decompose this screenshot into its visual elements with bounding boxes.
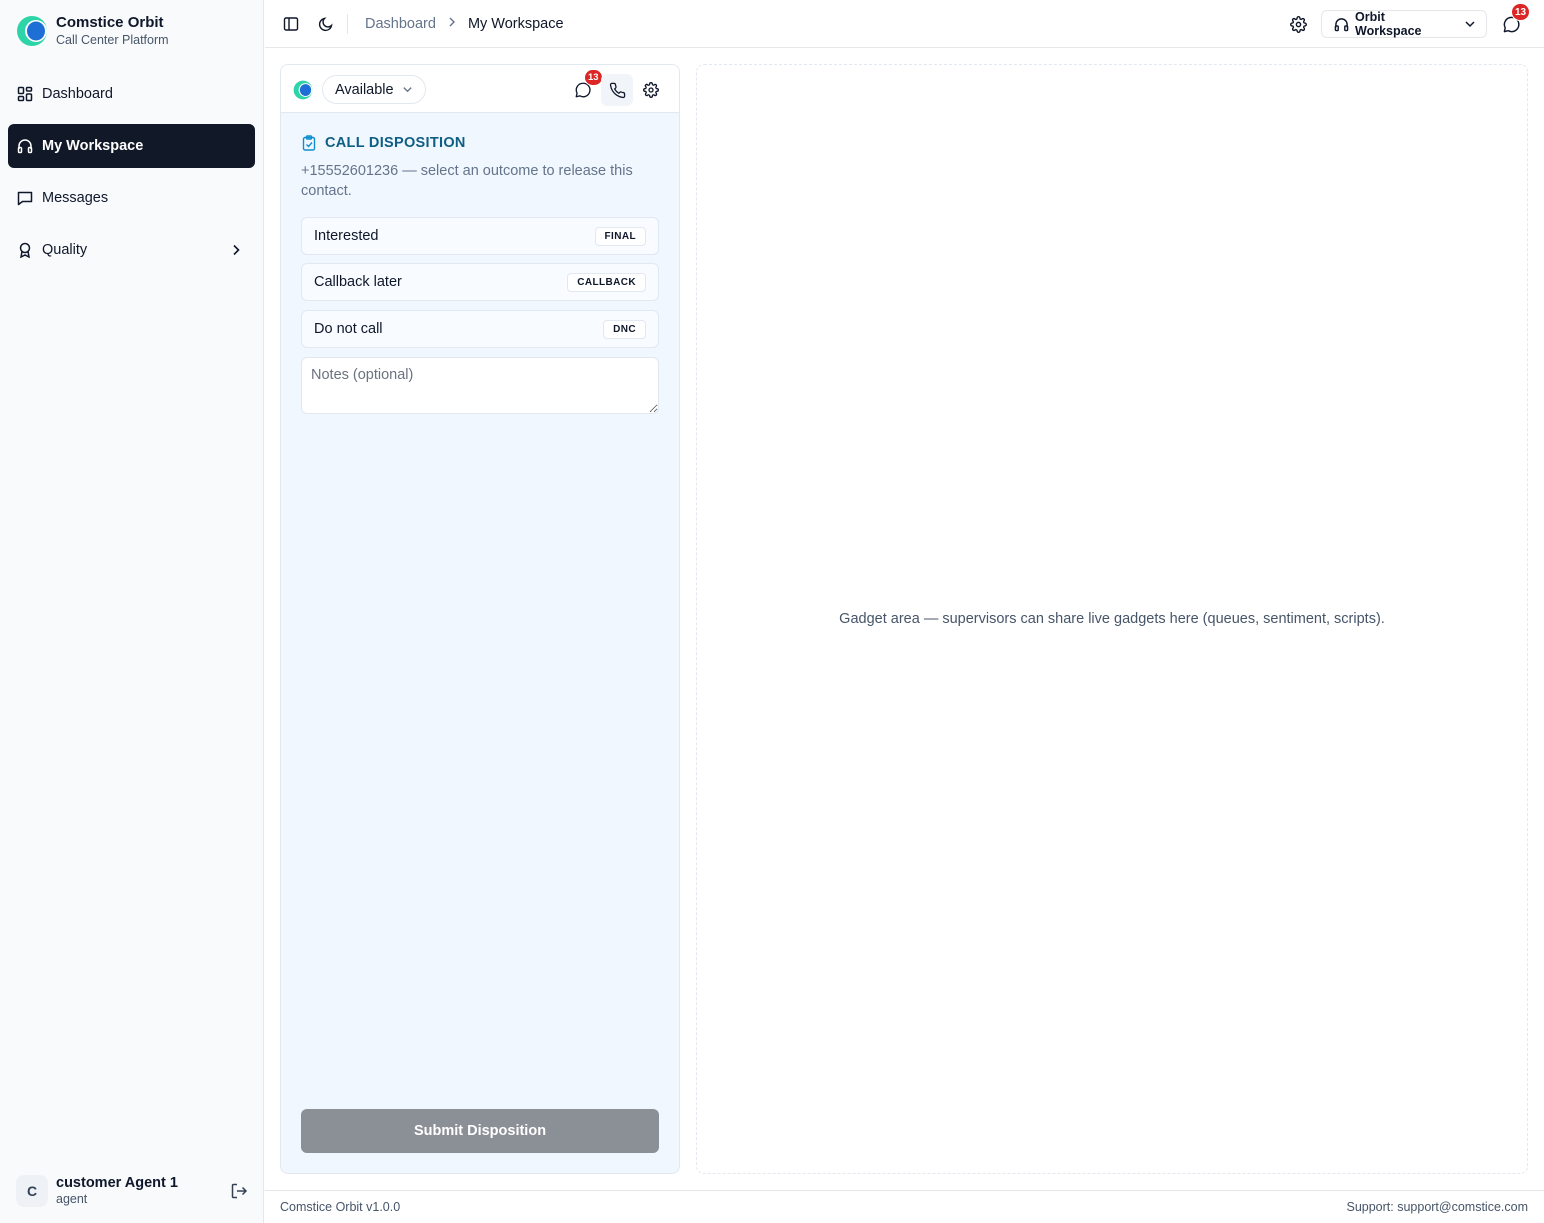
footer-version: Comstice Orbit v1.0.0 (280, 1200, 401, 1214)
sidebar-item-label: My Workspace (42, 138, 144, 154)
submit-disposition-button[interactable]: Submit Disposition (301, 1109, 659, 1153)
sidebar-item-messages[interactable]: Messages (8, 176, 255, 220)
disposition-option-dnc[interactable]: Do not call DNC (301, 310, 659, 348)
panel-settings-button[interactable] (635, 74, 667, 106)
disposition-option-interested[interactable]: Interested FINAL (301, 217, 659, 255)
agent-panel-header: Available 13 (281, 65, 679, 113)
disposition-description: +15552601236 — select an outcome to rele… (301, 163, 633, 199)
orbit-logo-icon (293, 80, 313, 100)
phone-button[interactable] (601, 74, 633, 106)
message-square-icon (16, 189, 34, 207)
notification-count-badge: 13 (1511, 3, 1531, 21)
option-label: Callback later (314, 274, 402, 290)
gadget-area-text: Gadget area — supervisors can share live… (839, 611, 1385, 627)
headphones-icon (16, 137, 34, 155)
breadcrumb-dashboard[interactable]: Dashboard (365, 14, 436, 34)
headphones-icon (1334, 17, 1349, 32)
moon-icon[interactable] (316, 14, 336, 34)
user-profile: C customer Agent 1 agent (16, 1174, 248, 1208)
option-tag: CALLBACK (567, 272, 646, 292)
workspace-select-label: Orbit Workspace (1355, 10, 1422, 38)
sidebar-item-label: Quality (42, 242, 88, 258)
notes-textarea[interactable] (301, 357, 659, 414)
disposition-title: CALL DISPOSITION (301, 135, 466, 151)
clipboard-check-icon (301, 135, 317, 151)
sidebar-item-quality[interactable]: Quality (8, 228, 255, 272)
breadcrumb-separator-icon (446, 14, 458, 34)
agent-status-select[interactable]: Available (322, 75, 426, 104)
option-label: Do not call (314, 321, 383, 337)
footer: Comstice Orbit v1.0.0 Support: support@c… (265, 1190, 1544, 1223)
settings-gear-icon (643, 82, 659, 98)
disposition-title-text: CALL DISPOSITION (325, 135, 466, 151)
phone-icon (609, 82, 626, 99)
sidebar-item-dashboard[interactable]: Dashboard (8, 72, 255, 116)
brand-name: Comstice Orbit (56, 14, 164, 31)
agent-panel: Available 13 CALL DISPOSITION +155526012… (280, 64, 680, 1174)
sidebar-item-label: Messages (42, 190, 109, 206)
breadcrumb-current: My Workspace (467, 16, 564, 32)
chevron-down-icon (402, 84, 413, 95)
disposition-option-callback[interactable]: Callback later CALLBACK (301, 263, 659, 301)
brand[interactable]: Comstice Orbit Call Center Platform (16, 14, 169, 48)
dashboard-grid-icon (16, 85, 34, 103)
footer-support[interactable]: Support: support@comstice.com (1346, 1200, 1528, 1214)
workspace-select[interactable]: Orbit Workspace (1321, 10, 1487, 38)
option-label: Interested (314, 228, 379, 244)
user-role: agent (56, 1192, 88, 1206)
top-bar: Dashboard My Workspace Orbit Workspace 1… (265, 0, 1544, 48)
message-count-badge: 13 (584, 69, 603, 86)
option-tag: DNC (603, 319, 646, 339)
option-tag: FINAL (594, 226, 646, 246)
user-name: customer Agent 1 (56, 1175, 178, 1191)
agent-status-label: Available (335, 81, 394, 98)
settings-gear-icon[interactable] (1288, 14, 1308, 34)
brand-subtitle: Call Center Platform (56, 33, 169, 47)
award-icon (16, 241, 34, 259)
sidebar: Comstice Orbit Call Center Platform Dash… (0, 0, 264, 1223)
gadget-area: Gadget area — supervisors can share live… (696, 64, 1528, 1174)
breadcrumb: Dashboard My Workspace (365, 14, 564, 34)
sidebar-nav: Dashboard My Workspace Messages Quality (8, 72, 255, 280)
chevron-down-icon (1464, 18, 1476, 30)
orbit-logo-icon (17, 16, 47, 46)
sidebar-toggle-icon[interactable] (281, 14, 301, 34)
avatar: C (16, 1175, 48, 1207)
sidebar-item-label: Dashboard (42, 86, 113, 102)
chevron-right-icon (227, 241, 245, 259)
logout-icon[interactable] (230, 1182, 248, 1200)
header-divider (347, 14, 348, 34)
sidebar-item-my-workspace[interactable]: My Workspace (8, 124, 255, 168)
